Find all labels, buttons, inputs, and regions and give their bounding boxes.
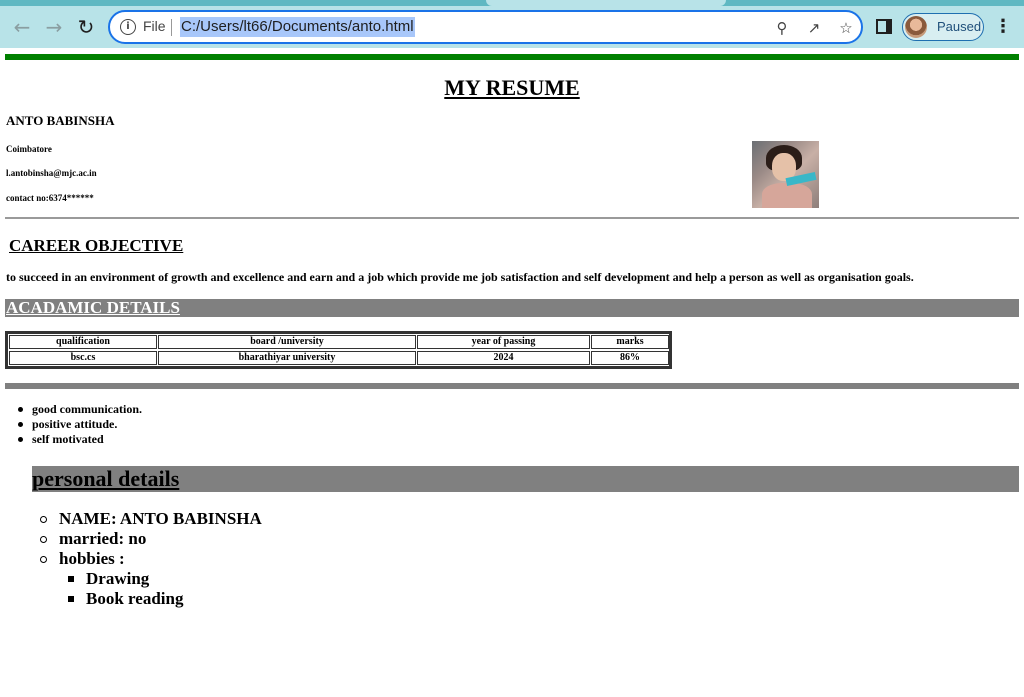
page-title: MY RESUME	[444, 75, 580, 100]
contact-text: contact no:6374******	[6, 193, 94, 203]
list-item: good communication.	[18, 402, 142, 417]
browser-toolbar: ← → ↻ i File C:/Users/lt66/Documents/ant…	[0, 6, 1024, 48]
profile-button[interactable]: Paused	[902, 13, 984, 41]
personal-heading-bar: personal details	[32, 466, 1019, 492]
resume-name: ANTO BABINSHA	[6, 113, 115, 128]
table-header-cell: marks	[591, 335, 669, 349]
reload-icon[interactable]: ↻	[74, 15, 98, 39]
career-objective-heading: CAREER OBJECTIVE	[9, 236, 184, 255]
table-header-cell: board /university	[158, 335, 416, 349]
scheme-label: File	[143, 18, 166, 34]
back-icon[interactable]: ←	[10, 15, 34, 39]
list-item: NAME: ANTO BABINSHA	[38, 509, 262, 529]
table-cell: 86%	[591, 351, 669, 365]
academic-table: qualification board /university year of …	[5, 331, 672, 369]
page-content: MY RESUME ANTO BABINSHA Coimbatore l.ant…	[0, 48, 1024, 697]
list-item: self motivated	[18, 432, 142, 447]
table-header-cell: year of passing	[417, 335, 590, 349]
zoom-out-icon[interactable]: ⚲	[772, 18, 792, 38]
kebab-menu-icon[interactable]: ⋮	[994, 16, 1012, 38]
forward-icon[interactable]: →	[42, 15, 66, 39]
url-text[interactable]: C:/Users/lt66/Documents/anto.html	[180, 17, 415, 37]
section-divider	[5, 217, 1019, 219]
personal-details-list: NAME: ANTO BABINSHA married: no hobbies …	[38, 509, 262, 609]
qualities-list: good communication. positive attitude. s…	[18, 402, 142, 447]
star-icon[interactable]: ☆	[836, 18, 856, 38]
side-panel-icon[interactable]	[876, 19, 892, 34]
share-icon[interactable]: ↗	[804, 18, 824, 38]
thick-divider	[5, 383, 1019, 389]
profile-photo	[752, 141, 819, 208]
table-cell: 2024	[417, 351, 590, 365]
list-item: positive attitude.	[18, 417, 142, 432]
personal-heading: personal details	[32, 466, 180, 491]
info-icon[interactable]: i	[120, 19, 136, 35]
address-bar[interactable]: i File C:/Users/lt66/Documents/anto.html…	[108, 10, 863, 44]
avatar	[905, 16, 927, 38]
city-text: Coimbatore	[6, 144, 52, 154]
table-cell: bharathiyar university	[158, 351, 416, 365]
profile-status: Paused	[937, 19, 982, 34]
list-item: married: no	[38, 529, 262, 549]
academic-heading: ACADAMIC DETAILS	[6, 298, 180, 317]
career-objective-text: to succeed in an environment of growth a…	[6, 270, 914, 284]
hobby-item: Drawing	[38, 569, 262, 589]
table-cell: bsc.cs	[9, 351, 157, 365]
email-text: l.antobinsha@mjc.ac.in	[6, 168, 97, 178]
list-item: hobbies :	[38, 549, 262, 569]
top-rule	[5, 54, 1019, 60]
hobby-item: Book reading	[38, 589, 262, 609]
table-header-cell: qualification	[9, 335, 157, 349]
omnibox-divider	[171, 19, 172, 36]
academic-heading-bar: ACADAMIC DETAILS	[5, 298, 1019, 317]
